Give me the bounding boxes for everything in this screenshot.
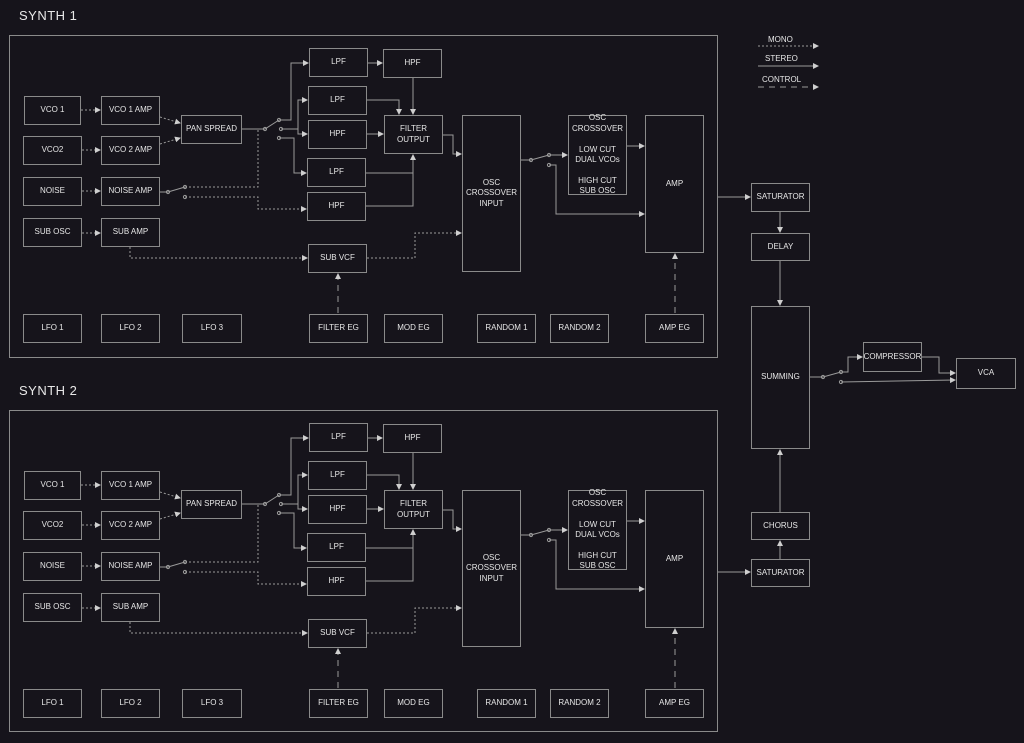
synth2-vco1[interactable]: VCO 1 <box>24 471 81 500</box>
wire-to-compressor <box>841 354 863 373</box>
synth1-sub-amp[interactable]: SUB AMP <box>101 218 160 247</box>
synth2-sub-vcf[interactable]: SUB VCF <box>308 619 367 648</box>
synth2-title: SYNTH 2 <box>19 383 78 398</box>
synth1-lfo1[interactable]: LFO 1 <box>23 314 82 343</box>
synth1-hpf-b[interactable]: HPF <box>308 120 367 149</box>
synth2-lfo2[interactable]: LFO 2 <box>101 689 160 718</box>
synth2-filter-output[interactable]: FILTER OUTPUT <box>384 490 443 529</box>
synth1-title: SYNTH 1 <box>19 8 78 23</box>
legend-mono-label: MONO <box>768 35 793 44</box>
synth2-hpf-c[interactable]: HPF <box>307 567 366 596</box>
synth2-noise[interactable]: NOISE <box>23 552 82 581</box>
synth1-filter-eg[interactable]: FILTER EG <box>309 314 368 343</box>
synth1-vco2-amp[interactable]: VCO 2 AMP <box>101 136 160 165</box>
master-vca[interactable]: VCA <box>956 358 1016 389</box>
synth2-osc-crossover-input[interactable]: OSC CROSSOVER INPUT <box>462 490 521 647</box>
synth1-lfo3[interactable]: LFO 3 <box>182 314 242 343</box>
master-compressor[interactable]: COMPRESSOR <box>863 342 922 372</box>
synth2-sub-osc[interactable]: SUB OSC <box>23 593 82 622</box>
synth1-random2[interactable]: RANDOM 2 <box>550 314 609 343</box>
synth2-pan-spread[interactable]: PAN SPREAD <box>181 490 242 519</box>
synth2-filter-eg[interactable]: FILTER EG <box>309 689 368 718</box>
synth1-vco1[interactable]: VCO 1 <box>24 96 81 125</box>
synth1-osc-crossover-input[interactable]: OSC CROSSOVER INPUT <box>462 115 521 272</box>
synth2-lpf-b[interactable]: LPF <box>308 461 367 490</box>
master-saturator-2[interactable]: SATURATOR <box>751 559 810 587</box>
synth2-lfo3[interactable]: LFO 3 <box>182 689 242 718</box>
synth1-vco2[interactable]: VCO2 <box>23 136 82 165</box>
synth1-amp[interactable]: AMP <box>645 115 704 253</box>
synth2-vco2-amp[interactable]: VCO 2 AMP <box>101 511 160 540</box>
synth2-mod-eg[interactable]: MOD EG <box>384 689 443 718</box>
synth2-lpf-a[interactable]: LPF <box>309 423 368 452</box>
synth1-vco1-amp[interactable]: VCO 1 AMP <box>101 96 160 125</box>
synth1-lpf-c[interactable]: LPF <box>307 158 366 187</box>
wire-bypass-vca <box>840 377 956 384</box>
synth1-sub-osc[interactable]: SUB OSC <box>23 218 82 247</box>
synth2-lfo1[interactable]: LFO 1 <box>23 689 82 718</box>
synth1-noise[interactable]: NOISE <box>23 177 82 206</box>
synth2-amp-eg[interactable]: AMP EG <box>645 689 704 718</box>
synth1-osc-crossover[interactable]: OSC CROSSOVER LOW CUT DUAL VCOs HIGH CUT… <box>568 113 627 195</box>
synth1-amp-eg[interactable]: AMP EG <box>645 314 704 343</box>
synth2-amp[interactable]: AMP <box>645 490 704 628</box>
synth1-lpf-a[interactable]: LPF <box>309 48 368 77</box>
synth1-random1[interactable]: RANDOM 1 <box>477 314 536 343</box>
synth1-lfo2[interactable]: LFO 2 <box>101 314 160 343</box>
synth1-filter-output[interactable]: FILTER OUTPUT <box>384 115 443 154</box>
synth2-sub-amp[interactable]: SUB AMP <box>101 593 160 622</box>
synth1-pan-spread[interactable]: PAN SPREAD <box>181 115 242 144</box>
wire-summing-switch <box>810 371 842 378</box>
master-saturator-1[interactable]: SATURATOR <box>751 183 810 212</box>
synth1-noise-amp[interactable]: NOISE AMP <box>101 177 160 206</box>
synth1-hpf-a[interactable]: HPF <box>383 49 442 78</box>
master-chorus[interactable]: CHORUS <box>751 512 810 540</box>
synth2-random1[interactable]: RANDOM 1 <box>477 689 536 718</box>
synth2-osc-crossover[interactable]: OSC CROSSOVER LOW CUT DUAL VCOs HIGH CUT… <box>568 488 627 570</box>
synth1-mod-eg[interactable]: MOD EG <box>384 314 443 343</box>
synth2-hpf-b[interactable]: HPF <box>308 495 367 524</box>
legend-control-label: CONTROL <box>762 75 802 84</box>
synth2-lpf-c[interactable]: LPF <box>307 533 366 562</box>
synth2-noise-amp[interactable]: NOISE AMP <box>101 552 160 581</box>
master-delay[interactable]: DELAY <box>751 233 810 261</box>
wire-compressor-vca <box>922 356 956 376</box>
synth2-vco2[interactable]: VCO2 <box>23 511 82 540</box>
synth2-vco1-amp[interactable]: VCO 1 AMP <box>101 471 160 500</box>
synth2-hpf-a[interactable]: HPF <box>383 424 442 453</box>
synth1-sub-vcf[interactable]: SUB VCF <box>308 244 367 273</box>
master-summing[interactable]: SUMMING <box>751 306 810 449</box>
synth1-lpf-b[interactable]: LPF <box>308 86 367 115</box>
legend-stereo-label: STEREO <box>765 54 798 63</box>
synth1-hpf-c[interactable]: HPF <box>307 192 366 221</box>
synth2-random2[interactable]: RANDOM 2 <box>550 689 609 718</box>
